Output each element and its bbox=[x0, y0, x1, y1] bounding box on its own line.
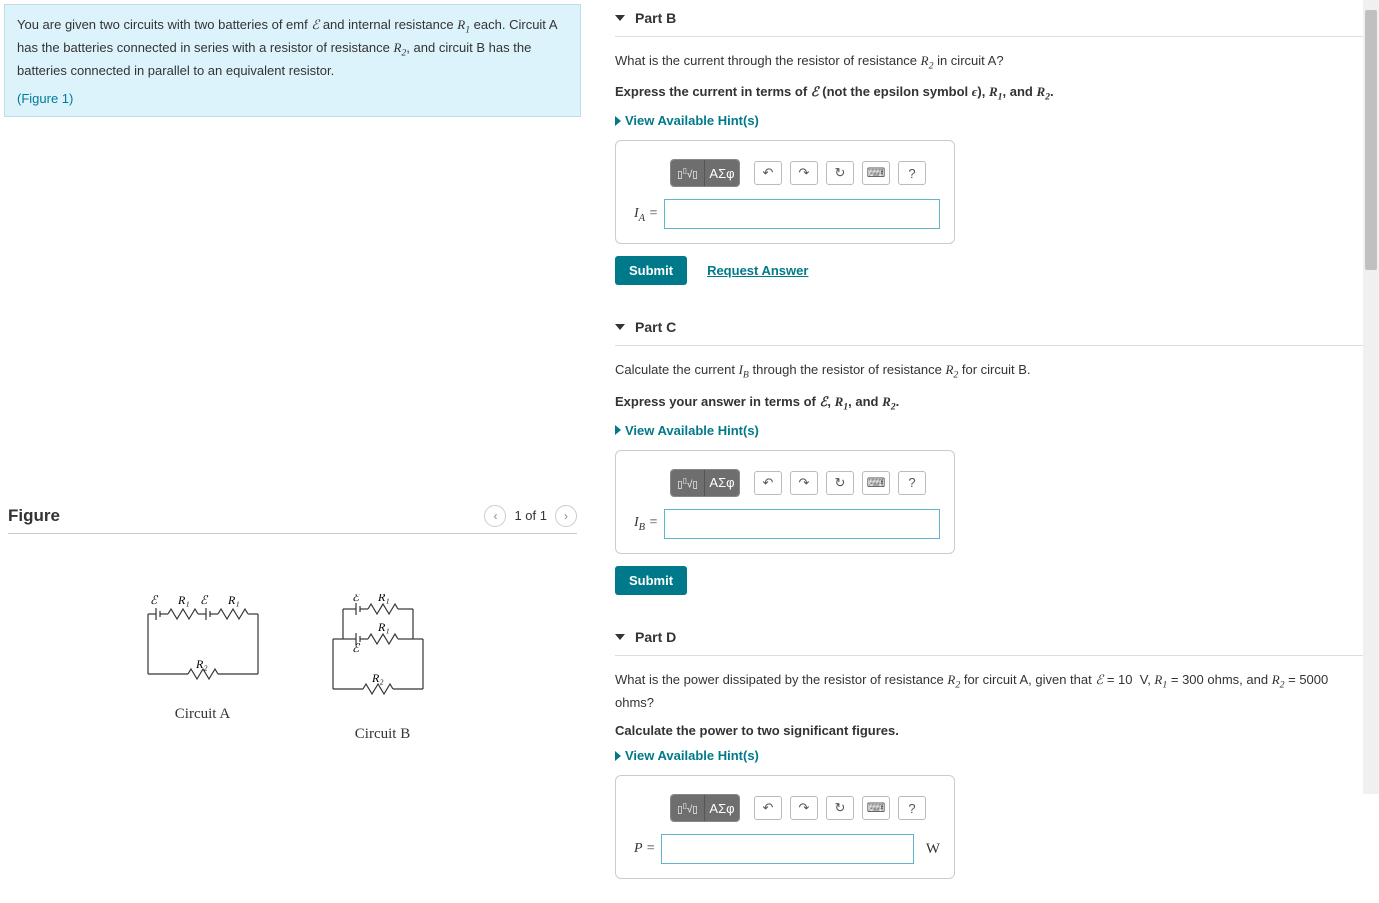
svg-text:ℰ: ℰ bbox=[150, 594, 159, 607]
svg-text:ℰ: ℰ bbox=[352, 641, 361, 655]
part-b: Part B What is the current through the r… bbox=[615, 0, 1369, 285]
part-d-input-label: P = bbox=[634, 841, 655, 857]
part-c: Part C Calculate the current IB through … bbox=[615, 309, 1369, 594]
part-b-question: What is the current through the resistor… bbox=[615, 51, 1369, 74]
caret-right-icon bbox=[615, 751, 621, 761]
part-b-header[interactable]: Part B bbox=[615, 0, 1369, 37]
part-c-hints[interactable]: View Available Hint(s) bbox=[615, 423, 1369, 438]
undo-button[interactable]: ↶ bbox=[754, 471, 782, 495]
greek-button[interactable]: ΑΣφ bbox=[705, 470, 739, 496]
svg-text:ℰ: ℰ bbox=[200, 594, 209, 607]
part-c-input[interactable] bbox=[664, 509, 940, 539]
part-c-title: Part C bbox=[635, 319, 676, 335]
part-b-input[interactable] bbox=[664, 199, 940, 229]
part-c-instructions: Express your answer in terms of ℰ, R1, a… bbox=[615, 392, 1369, 415]
part-c-input-label: IB = bbox=[634, 515, 658, 533]
scrollbar-thumb[interactable] bbox=[1365, 10, 1377, 270]
templates-button[interactable]: ▯▯√▯ bbox=[671, 795, 705, 821]
caret-down-icon bbox=[615, 324, 625, 330]
part-d-hints[interactable]: View Available Hint(s) bbox=[615, 748, 1369, 763]
reset-button[interactable]: ↻ bbox=[826, 471, 854, 495]
figure-pager: ‹ 1 of 1 › bbox=[484, 505, 577, 527]
help-button[interactable]: ? bbox=[898, 796, 926, 820]
undo-button[interactable]: ↶ bbox=[754, 796, 782, 820]
greek-button[interactable]: ΑΣφ bbox=[705, 795, 739, 821]
help-button[interactable]: ? bbox=[898, 471, 926, 495]
part-c-question: Calculate the current IB through the res… bbox=[615, 360, 1369, 383]
part-c-submit-button[interactable]: Submit bbox=[615, 566, 687, 595]
part-b-submit-button[interactable]: Submit bbox=[615, 256, 687, 285]
part-d-header[interactable]: Part D bbox=[615, 619, 1369, 656]
pager-text: 1 of 1 bbox=[514, 508, 547, 523]
svg-text:R₁: R₁ bbox=[377, 620, 390, 634]
problem-text: You are given two circuits with two batt… bbox=[17, 15, 568, 81]
svg-text:R₁: R₁ bbox=[227, 594, 240, 607]
undo-button[interactable]: ↶ bbox=[754, 161, 782, 185]
part-b-answer-box: ▯▯√▯ ΑΣφ ↶ ↷ ↻ ⌨ ? IA = bbox=[615, 140, 955, 244]
svg-text:R₁: R₁ bbox=[377, 594, 390, 604]
caret-right-icon bbox=[615, 116, 621, 126]
redo-button[interactable]: ↷ bbox=[790, 471, 818, 495]
part-c-header[interactable]: Part C bbox=[615, 309, 1369, 346]
keyboard-button[interactable]: ⌨ bbox=[862, 471, 890, 495]
figure-image: ℰ R₁ ℰ R₁ R₂ Circuit A bbox=[8, 594, 577, 743]
part-b-input-label: IA = bbox=[634, 206, 658, 224]
redo-button[interactable]: ↷ bbox=[790, 161, 818, 185]
part-c-answer-box: ▯▯√▯ ΑΣφ ↶ ↷ ↻ ⌨ ? IB = bbox=[615, 450, 955, 554]
part-d-answer-box: ▯▯√▯ ΑΣφ ↶ ↷ ↻ ⌨ ? P = W bbox=[615, 775, 955, 879]
svg-text:R₂: R₂ bbox=[195, 657, 208, 671]
part-d-title: Part D bbox=[635, 629, 676, 645]
svg-text:R₁: R₁ bbox=[177, 594, 190, 607]
caret-down-icon bbox=[615, 15, 625, 21]
part-b-request-answer[interactable]: Request Answer bbox=[707, 263, 808, 278]
svg-text:ℰ: ℰ bbox=[352, 594, 361, 604]
scrollbar[interactable] bbox=[1363, 0, 1379, 794]
part-d-input[interactable] bbox=[661, 834, 914, 864]
templates-button[interactable]: ▯▯√▯ bbox=[671, 470, 705, 496]
reset-button[interactable]: ↻ bbox=[826, 161, 854, 185]
circuit-a-label: Circuit A bbox=[138, 706, 268, 723]
part-d: Part D What is the power dissipated by t… bbox=[615, 619, 1369, 879]
keyboard-button[interactable]: ⌨ bbox=[862, 161, 890, 185]
part-d-unit: W bbox=[926, 841, 940, 858]
caret-right-icon bbox=[615, 425, 621, 435]
svg-text:R₂: R₂ bbox=[371, 671, 384, 685]
help-button[interactable]: ? bbox=[898, 161, 926, 185]
problem-statement: You are given two circuits with two batt… bbox=[4, 4, 581, 117]
part-b-title: Part B bbox=[635, 10, 676, 26]
figure-section: Figure ‹ 1 of 1 › bbox=[0, 497, 585, 751]
caret-down-icon bbox=[615, 634, 625, 640]
redo-button[interactable]: ↷ bbox=[790, 796, 818, 820]
figure-link[interactable]: (Figure 1) bbox=[17, 91, 73, 106]
part-d-instructions: Calculate the power to two significant f… bbox=[615, 721, 1369, 741]
figure-title: Figure bbox=[8, 506, 60, 526]
reset-button[interactable]: ↻ bbox=[826, 796, 854, 820]
circuit-b-label: Circuit B bbox=[318, 726, 448, 743]
templates-button[interactable]: ▯▯√▯ bbox=[671, 160, 705, 186]
pager-next-button[interactable]: › bbox=[555, 505, 577, 527]
part-b-instructions: Express the current in terms of ℰ (not t… bbox=[615, 82, 1369, 105]
pager-prev-button[interactable]: ‹ bbox=[484, 505, 506, 527]
part-d-question: What is the power dissipated by the resi… bbox=[615, 670, 1369, 713]
part-b-hints[interactable]: View Available Hint(s) bbox=[615, 113, 1369, 128]
keyboard-button[interactable]: ⌨ bbox=[862, 796, 890, 820]
greek-button[interactable]: ΑΣφ bbox=[705, 160, 739, 186]
